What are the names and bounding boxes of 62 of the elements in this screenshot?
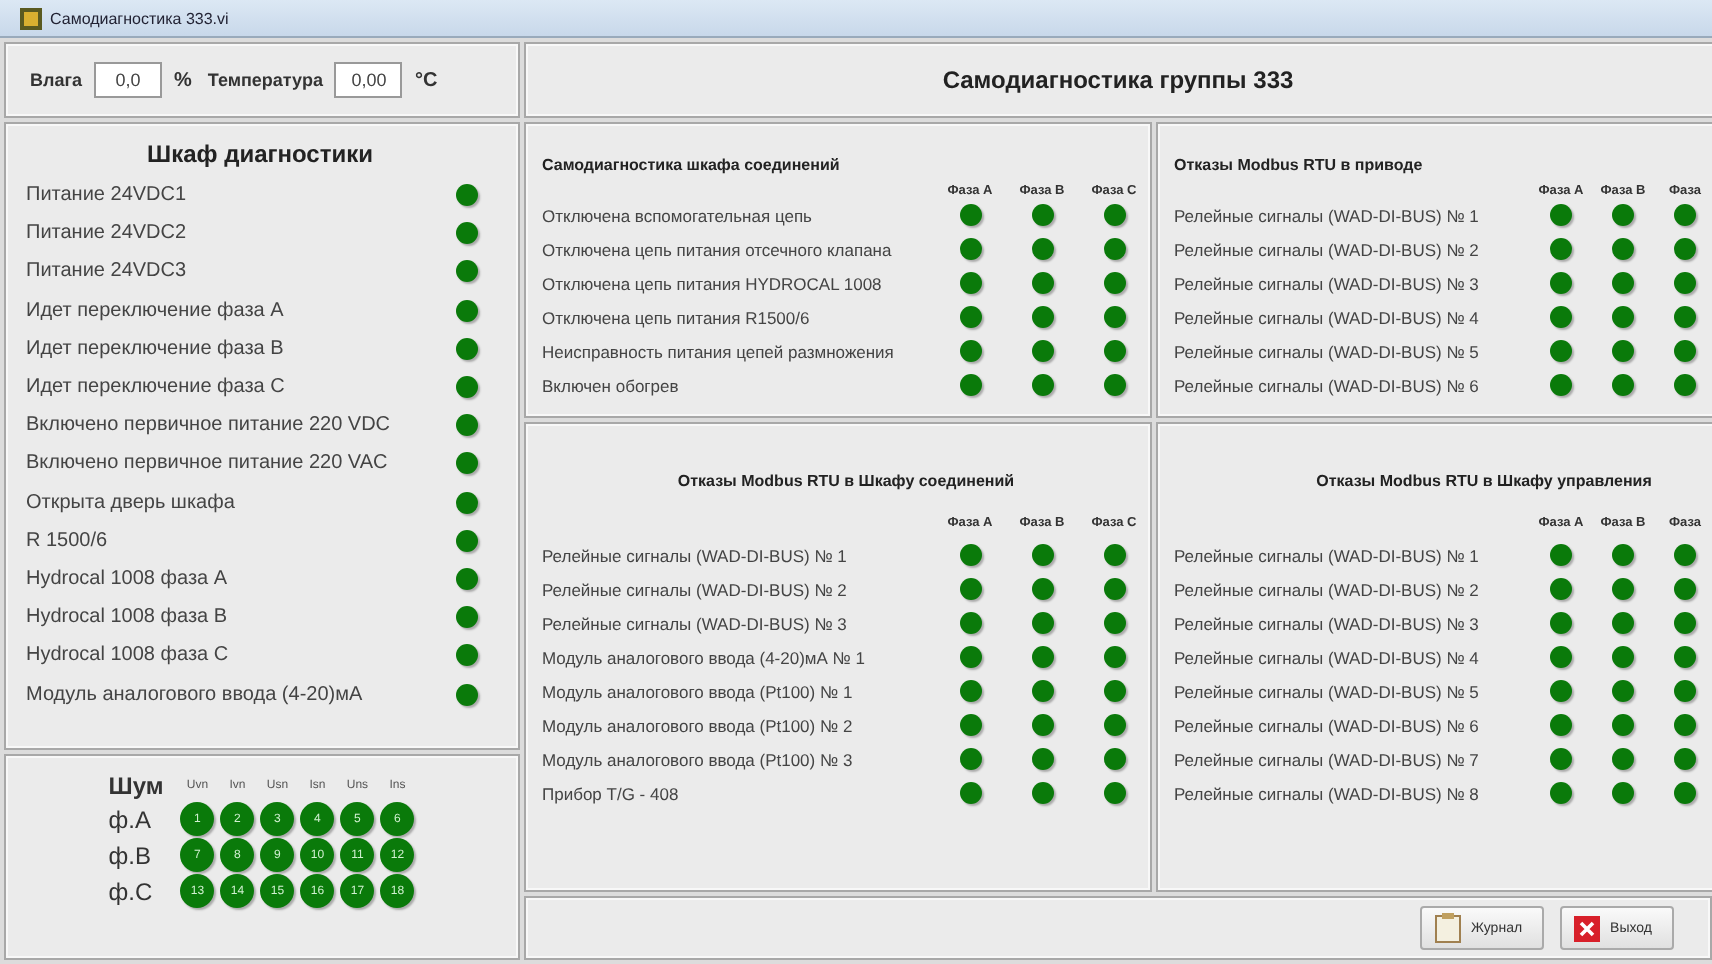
indicator-label: Питание 24VDC2 — [26, 222, 187, 245]
indicator-label: Отключена цепь питания R1500/6 — [542, 305, 812, 332]
page-heading: Самодиагностика группы 333 — [942, 66, 1294, 94]
panel-title: Отказы Modbus RTU в Шкафу управления — [1316, 472, 1652, 490]
indicator-label: Hydrocal 1008 фаза С — [26, 644, 229, 667]
indicator-label: Hydrocal 1008 фаза А — [26, 567, 228, 590]
indicator-label: Релейные сигналы (WAD-DI-BUS) № 8 — [1174, 781, 1481, 808]
app-icon — [20, 7, 42, 29]
unit-label: °C — [414, 69, 438, 91]
input-field[interactable]: 0,0 — [93, 62, 162, 98]
panel-title: Самодиагностика шкафа соединений — [542, 156, 840, 174]
indicator-label: Идет переключение фаза В — [26, 337, 284, 360]
phase-label: ф.А — [108, 805, 151, 833]
indicator-label: Релейные сигналы (WAD-DI-BUS) № 3 — [1174, 271, 1481, 298]
phase-label: ф.В — [108, 841, 151, 869]
noise-title: Шум — [108, 772, 164, 800]
indicator-label: Отключена цепь питания HYDROCAL 1008 — [542, 271, 884, 298]
close-icon — [1574, 915, 1601, 941]
phase-label: ф.С — [108, 877, 153, 905]
indicator-label: Модуль аналогового ввода (Pt100) № 2 — [542, 713, 855, 740]
indicator-label: Релейные сигналы (WAD-DI-BUS) № 6 — [1174, 713, 1481, 740]
indicator-label: Релейные сигналы (WAD-DI-BUS) № 1 — [542, 543, 849, 570]
unit-label: % — [173, 69, 192, 91]
indicator-label: R 1500/6 — [26, 529, 108, 552]
indicator-label: Идет переключение фаза А — [26, 299, 284, 322]
indicator-label: Модуль аналогового ввода (4-20)мА — [26, 683, 363, 706]
indicator-label: Модуль аналогового ввода (Pt100) № 1 — [542, 679, 855, 706]
input-field[interactable]: 0,00 — [334, 62, 403, 98]
indicator-label: Открыта дверь шкафа — [26, 491, 235, 514]
indicator-label: Питание 24VDC1 — [26, 184, 187, 207]
indicator-label: Релейные сигналы (WAD-DI-BUS) № 4 — [1174, 305, 1481, 332]
indicator-label: Отключена вспомогательная цепь — [542, 203, 814, 230]
indicator-label: Релейные сигналы (WAD-DI-BUS) № 1 — [1174, 543, 1481, 570]
indicator-label: Модуль аналогового ввода (4-20)мА № 1 — [542, 645, 867, 672]
indicator-label: Идет переключение фаза С — [26, 376, 285, 399]
indicator-label: Релейные сигналы (WAD-DI-BUS) № 7 — [1174, 747, 1481, 774]
panel-title: Отказы Modbus RTU в Шкафу соединений — [677, 472, 1015, 490]
indicator-label: Включено первичное питание 220 VDC — [26, 414, 391, 437]
indicator-label: Питание 24VDC3 — [26, 260, 187, 283]
indicator-label: Неисправность питания цепей размножения — [542, 339, 896, 366]
panel-title: Отказы Modbus RTU в приводе — [1174, 156, 1423, 174]
clipboard-icon — [1433, 912, 1461, 944]
indicator-label: Релейные сигналы (WAD-DI-BUS) № 3 — [542, 611, 849, 638]
indicator-label: Модуль аналогового ввода (Pt100) № 3 — [542, 747, 855, 774]
sensor-label: Температура — [207, 70, 323, 90]
indicator-label: Включен обогрев — [542, 373, 681, 400]
indicator-label: Отключена цепь питания отсечного клапана — [542, 237, 894, 264]
indicator-label: Релейные сигналы (WAD-DI-BUS) № 5 — [1174, 339, 1481, 366]
sensor-label: Влага — [30, 70, 82, 90]
indicator-label: Прибор T/G - 408 — [542, 781, 681, 808]
indicator-label: Релейные сигналы (WAD-DI-BUS) № 2 — [542, 577, 849, 604]
indicator-label: Релейные сигналы (WAD-DI-BUS) № 4 — [1174, 645, 1481, 672]
indicator-label: Релейные сигналы (WAD-DI-BUS) № 6 — [1174, 373, 1481, 400]
window-title: Самодиагностика 333.vi — [50, 9, 229, 27]
indicator-label: Релейные сигналы (WAD-DI-BUS) № 3 — [1174, 611, 1481, 638]
indicator-label: Релейные сигналы (WAD-DI-BUS) № 2 — [1174, 237, 1481, 264]
indicator-label: Релейные сигналы (WAD-DI-BUS) № 5 — [1174, 679, 1481, 706]
indicator-label: Включено первичное питание 220 VAC — [26, 452, 388, 475]
indicator-label: Релейные сигналы (WAD-DI-BUS) № 1 — [1174, 203, 1481, 230]
indicator-label: Hydrocal 1008 фаза В — [26, 606, 228, 629]
panel-title: Шкаф диагностики — [145, 140, 375, 168]
indicator-label: Релейные сигналы (WAD-DI-BUS) № 2 — [1174, 577, 1481, 604]
